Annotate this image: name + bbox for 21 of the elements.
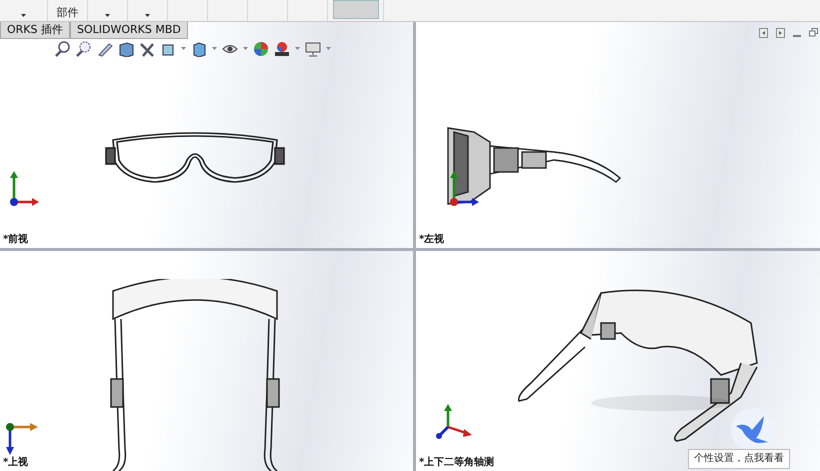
tab[interactable]: SOLIDWORKS MBD [70,22,188,39]
color-ball-icon[interactable] [253,41,269,57]
view-label: *上下二等角轴测 [419,458,494,468]
zoom-icon[interactable] [55,41,71,57]
monitor-icon[interactable] [305,41,321,57]
zoom-area-icon[interactable] [76,41,92,57]
tooltip: 个性设置，点我看看 [688,449,790,469]
tab[interactable]: ORKS 插件 [0,22,70,39]
restore-icon[interactable] [809,28,818,38]
view-label: *上视 [3,458,28,468]
caret-icon[interactable] [104,13,111,18]
view-label: *左视 [419,235,444,245]
pencil-icon[interactable] [97,41,113,57]
tile-left-icon[interactable] [759,28,768,38]
cube-display-icon[interactable] [191,41,207,57]
caret-icon[interactable] [144,13,151,18]
toolbar-label[interactable]: 部件 [56,7,78,18]
tile-right-icon[interactable] [776,28,785,38]
scene-icon[interactable] [274,41,290,57]
view-label: *前视 [3,235,28,245]
caret-icon[interactable] [20,13,27,18]
